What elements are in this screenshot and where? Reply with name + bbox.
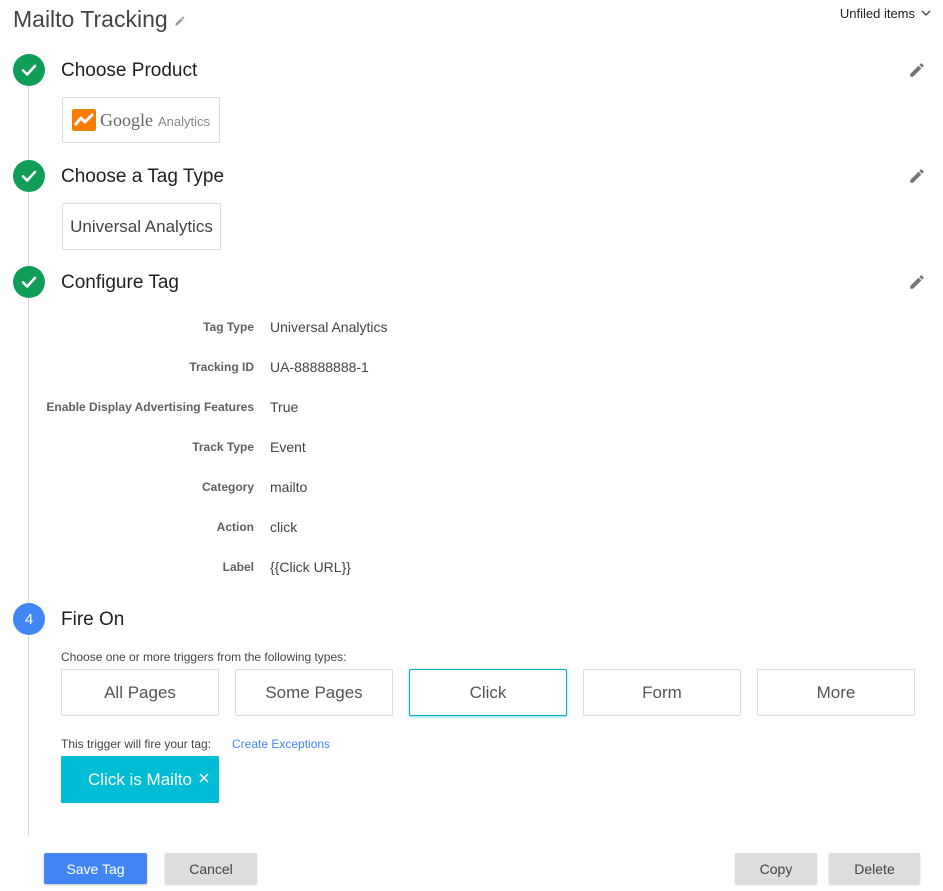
- config-row: Tag Type Universal Analytics: [61, 319, 461, 339]
- fire-text: This trigger will fire your tag:: [61, 737, 212, 751]
- config-label: Tag Type: [203, 320, 254, 334]
- config-value: click: [270, 519, 298, 535]
- close-icon[interactable]: [197, 771, 211, 785]
- config-label: Enable Display Advertising Features: [46, 400, 254, 414]
- step-3-complete-check-icon: [13, 266, 45, 298]
- config-value: Event: [270, 439, 306, 455]
- chevron-down-icon: [921, 10, 931, 16]
- product-card: Google Analytics: [62, 97, 220, 143]
- config-row: Action click: [61, 519, 461, 539]
- config-row: Category mailto: [61, 479, 461, 499]
- create-exceptions-link[interactable]: Create Exceptions: [232, 737, 330, 751]
- config-value: True: [270, 399, 299, 415]
- config-value: Universal Analytics: [270, 319, 388, 335]
- step-1-complete-check-icon: [13, 54, 45, 86]
- trigger-more[interactable]: More: [757, 669, 915, 716]
- step-2-complete-check-icon: [13, 160, 45, 192]
- step-1-title: Choose Product: [61, 60, 198, 81]
- title-row: Mailto Tracking: [13, 6, 186, 33]
- step-1-pencil-icon[interactable]: [908, 61, 926, 79]
- save-tag-button[interactable]: Save Tag: [44, 853, 147, 884]
- steps-timeline: [28, 86, 29, 836]
- google-analytics-logo: Google Analytics: [71, 109, 211, 131]
- config-row: Track Type Event: [61, 439, 461, 459]
- folder-selector[interactable]: Unfiled items: [840, 6, 931, 21]
- logo-word: Google: [99, 109, 153, 130]
- cancel-button[interactable]: Cancel: [165, 853, 257, 884]
- step-2-title: Choose a Tag Type: [61, 166, 225, 187]
- tag-type-card: Universal Analytics: [62, 203, 221, 250]
- config-row: Label {{Click URL}}: [61, 559, 461, 579]
- config-value: mailto: [270, 479, 308, 495]
- trigger-instructions: Choose one or more triggers from the fol…: [61, 650, 347, 664]
- config-label: Tracking ID: [189, 360, 254, 374]
- step-3-pencil-icon[interactable]: [908, 273, 926, 291]
- config-row: Enable Display Advertising Features True: [46, 399, 461, 419]
- step-2-pencil-icon[interactable]: [908, 167, 926, 185]
- page-title: Mailto Tracking: [13, 6, 168, 32]
- analytics-chart-icon: [71, 109, 96, 131]
- step-4-title: Fire On: [61, 609, 125, 630]
- config-value: {{Click URL}}: [270, 559, 351, 575]
- delete-button[interactable]: Delete: [829, 853, 920, 884]
- config-label: Label: [222, 560, 254, 574]
- folder-label: Unfiled items: [839, 6, 915, 21]
- trigger-some-pages[interactable]: Some Pages: [235, 669, 393, 716]
- trigger-chip-label: Click is Mailto: [88, 769, 192, 789]
- logo-sub: Analytics: [157, 114, 211, 129]
- trigger-click[interactable]: Click: [409, 669, 567, 716]
- config-value: UA-88888888-1: [270, 359, 369, 375]
- config-label: Track Type: [192, 440, 254, 454]
- trigger-all-pages[interactable]: All Pages: [61, 669, 219, 716]
- step-4-number-badge: 4: [13, 603, 45, 635]
- copy-button[interactable]: Copy: [735, 853, 817, 884]
- config-label: Category: [201, 480, 254, 494]
- step-3-title: Configure Tag: [61, 272, 179, 293]
- title-edit-pencil-icon[interactable]: [174, 15, 186, 27]
- trigger-chip[interactable]: Click is Mailto: [61, 756, 219, 803]
- config-label: Action: [216, 520, 254, 534]
- trigger-form[interactable]: Form: [583, 669, 741, 716]
- config-row: Tracking ID UA-88888888-1: [61, 359, 461, 379]
